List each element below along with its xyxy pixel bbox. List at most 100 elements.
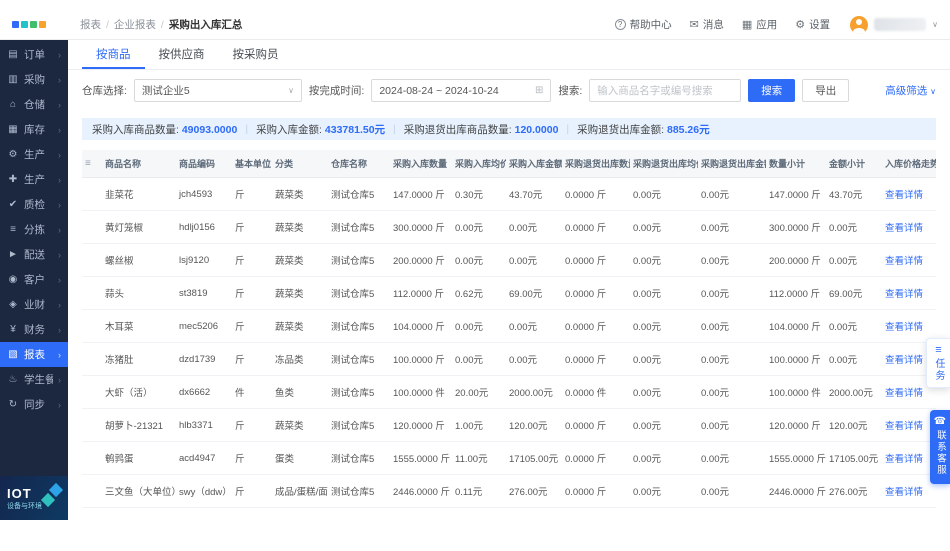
chevron-right-icon: › <box>58 325 61 335</box>
table-cell: 120.00元 <box>506 409 562 442</box>
iot-cube-icon <box>41 493 55 507</box>
view-detail-link[interactable]: 查看详情 <box>885 454 923 465</box>
table-cell: 100.0000 件 <box>766 376 826 409</box>
table-head: ≡商品名称商品编码基本单位分类仓库名称采购入库数量采购入库均价采购入库金额采购退… <box>82 150 936 178</box>
sidebar-item-quality[interactable]: ✔质检› <box>0 192 68 217</box>
table-cell: 100.0000 件 <box>390 376 452 409</box>
column-settings-icon[interactable]: ≡ <box>82 150 102 178</box>
table-cell: 0.00元 <box>826 244 882 277</box>
tab-by-buyer[interactable]: 按采购员 <box>219 40 293 69</box>
view-detail-link[interactable]: 查看详情 <box>885 322 923 333</box>
task-float-button[interactable]: ≡ 任务 <box>926 338 950 388</box>
view-detail-link[interactable]: 查看详情 <box>885 388 923 399</box>
sidebar-footer-iot[interactable]: IOT 设备与环境 <box>0 476 68 520</box>
breadcrumb-item[interactable]: 采购出入库汇总 <box>169 17 243 32</box>
sidebar-item-purchase[interactable]: ▥采购› <box>0 67 68 92</box>
topbar-actions: ?帮助中心 ✉ 消息 ▦应用 ⚙设置 <box>615 17 831 32</box>
table-cell: 0.00元 <box>506 244 562 277</box>
advanced-filter-label: 高级筛选 <box>885 85 927 97</box>
table-cell: 0.11元 <box>452 475 506 508</box>
view-detail-link[interactable]: 查看详情 <box>885 289 923 300</box>
sidebar-item-warehouse[interactable]: ⌂仓储› <box>0 92 68 117</box>
view-detail-link[interactable]: 查看详情 <box>885 190 923 201</box>
sidebar-item-sorting[interactable]: ≡分拣› <box>0 217 68 242</box>
topbar-action-label: 消息 <box>703 17 724 32</box>
table-cell: 0.00元 <box>630 475 698 508</box>
sidebar-item-delivery[interactable]: ►配送› <box>0 242 68 267</box>
table-cell: 0.0000 斤 <box>562 310 630 343</box>
iot-cube-icon <box>49 483 63 497</box>
table-cell: 韭菜花 <box>102 178 176 211</box>
breadcrumb-item[interactable]: 报表 <box>80 17 101 32</box>
view-detail-link[interactable]: 查看详情 <box>885 487 923 498</box>
sidebar-menu: ▤订单›▥采购›⌂仓储›▦库存›⚙生产›✚生产›✔质检›≡分拣›►配送›◉客户›… <box>0 40 68 417</box>
logo-mark-green <box>30 21 37 28</box>
sidebar-item-reports[interactable]: ▧报表› <box>0 342 68 367</box>
tab-by-supplier[interactable]: 按供应商 <box>145 40 219 69</box>
chevron-right-icon: › <box>58 75 61 85</box>
table-cell: 2000.00元 <box>506 376 562 409</box>
table-cell: 0.00元 <box>630 277 698 310</box>
topbar-action-messages[interactable]: ✉ 消息 <box>690 17 724 32</box>
table-cell: 120.0000 斤 <box>390 409 452 442</box>
app-logo[interactable] <box>12 21 64 28</box>
date-range-value: 2024-08-24 ~ 2024-10-24 <box>379 85 498 97</box>
sidebar-item-sync[interactable]: ↻同步› <box>0 392 68 417</box>
search-input[interactable] <box>589 79 741 102</box>
view-detail-link[interactable]: 查看详情 <box>885 355 923 366</box>
tab-by-product[interactable]: 按商品 <box>82 40 145 69</box>
date-range-picker[interactable]: 2024-08-24 ~ 2024-10-24 ⊞ <box>371 79 551 102</box>
advanced-filter-link[interactable]: 高级筛选 ∨ <box>885 83 936 98</box>
message-icon: ✉ <box>690 18 699 31</box>
table-cell: swy（ddw）5980 <box>176 475 232 508</box>
table-cell: 147.0000 斤 <box>390 178 452 211</box>
avatar-body <box>853 28 865 34</box>
topbar-action-settings[interactable]: ⚙设置 <box>795 17 830 32</box>
view-detail-link[interactable]: 查看详情 <box>885 223 923 234</box>
sidebar-item-orders[interactable]: ▤订单› <box>0 42 68 67</box>
view-detail-link[interactable]: 查看详情 <box>885 256 923 267</box>
sidebar-item-student-meal[interactable]: ♨学生餐› <box>0 367 68 392</box>
summary-label: 采购退货出库商品数量: <box>404 124 515 136</box>
table-cell: 蔬菜类 <box>272 310 328 343</box>
topbar-action-help-center[interactable]: ?帮助中心 <box>615 17 672 32</box>
table-cell: 1555.0000 斤 <box>766 442 826 475</box>
breadcrumb-item[interactable]: 企业报表 <box>114 17 156 32</box>
warehouse-select[interactable]: 测试企业5 ∨ <box>134 79 302 102</box>
table-cell: 0.00元 <box>698 310 766 343</box>
contact-service-button[interactable]: ☎ 联系客服 <box>930 410 950 484</box>
contact-service-label: 联系客服 <box>933 430 947 476</box>
sidebar-item-label: 库存 <box>24 122 45 137</box>
sidebar-item-finance[interactable]: ¥财务› <box>0 317 68 342</box>
user-menu[interactable]: ∨ <box>850 16 938 34</box>
table-cell: 斤 <box>232 310 272 343</box>
sidebar-item-processing[interactable]: ✚生产› <box>0 167 68 192</box>
sidebar-item-inventory[interactable]: ▦库存› <box>0 117 68 142</box>
row-lead-cell <box>82 376 102 409</box>
orders-icon: ▤ <box>7 49 19 60</box>
chevron-right-icon: › <box>58 150 61 160</box>
filter-bar: 仓库选择: 测试企业5 ∨ 按完成时间: 2024-08-24 ~ 2024-1… <box>68 79 950 102</box>
table-cell: 0.00元 <box>506 343 562 376</box>
sidebar-item-label: 财务 <box>24 322 45 337</box>
chevron-down-icon: ∨ <box>930 87 936 96</box>
table-cell: 112.0000 斤 <box>390 277 452 310</box>
row-lead-cell <box>82 310 102 343</box>
table-cell: 2000.00元 <box>826 376 882 409</box>
table-cell: 0.0000 斤 <box>562 442 630 475</box>
export-button[interactable]: 导出 <box>802 79 849 102</box>
column-header: 采购退货出库均价 <box>630 150 698 178</box>
sidebar-item-business-finance[interactable]: ◈业财› <box>0 292 68 317</box>
summary-bar: 采购入库商品数量: 49093.0000|采购入库金额: 433781.50元|… <box>82 118 936 140</box>
topbar-action-apps[interactable]: ▦应用 <box>742 17 777 32</box>
view-detail-link[interactable]: 查看详情 <box>885 421 923 432</box>
sidebar-item-label: 采购 <box>24 72 45 87</box>
sidebar-item-production[interactable]: ⚙生产› <box>0 142 68 167</box>
sidebar-item-customers[interactable]: ◉客户› <box>0 267 68 292</box>
search-button[interactable]: 搜索 <box>748 79 795 102</box>
processing-icon: ✚ <box>7 174 19 185</box>
table-cell: 大虾（活） <box>102 376 176 409</box>
table-cell: 200.0000 斤 <box>766 244 826 277</box>
row-lead-cell <box>82 178 102 211</box>
table-cell: 鱼类 <box>272 376 328 409</box>
